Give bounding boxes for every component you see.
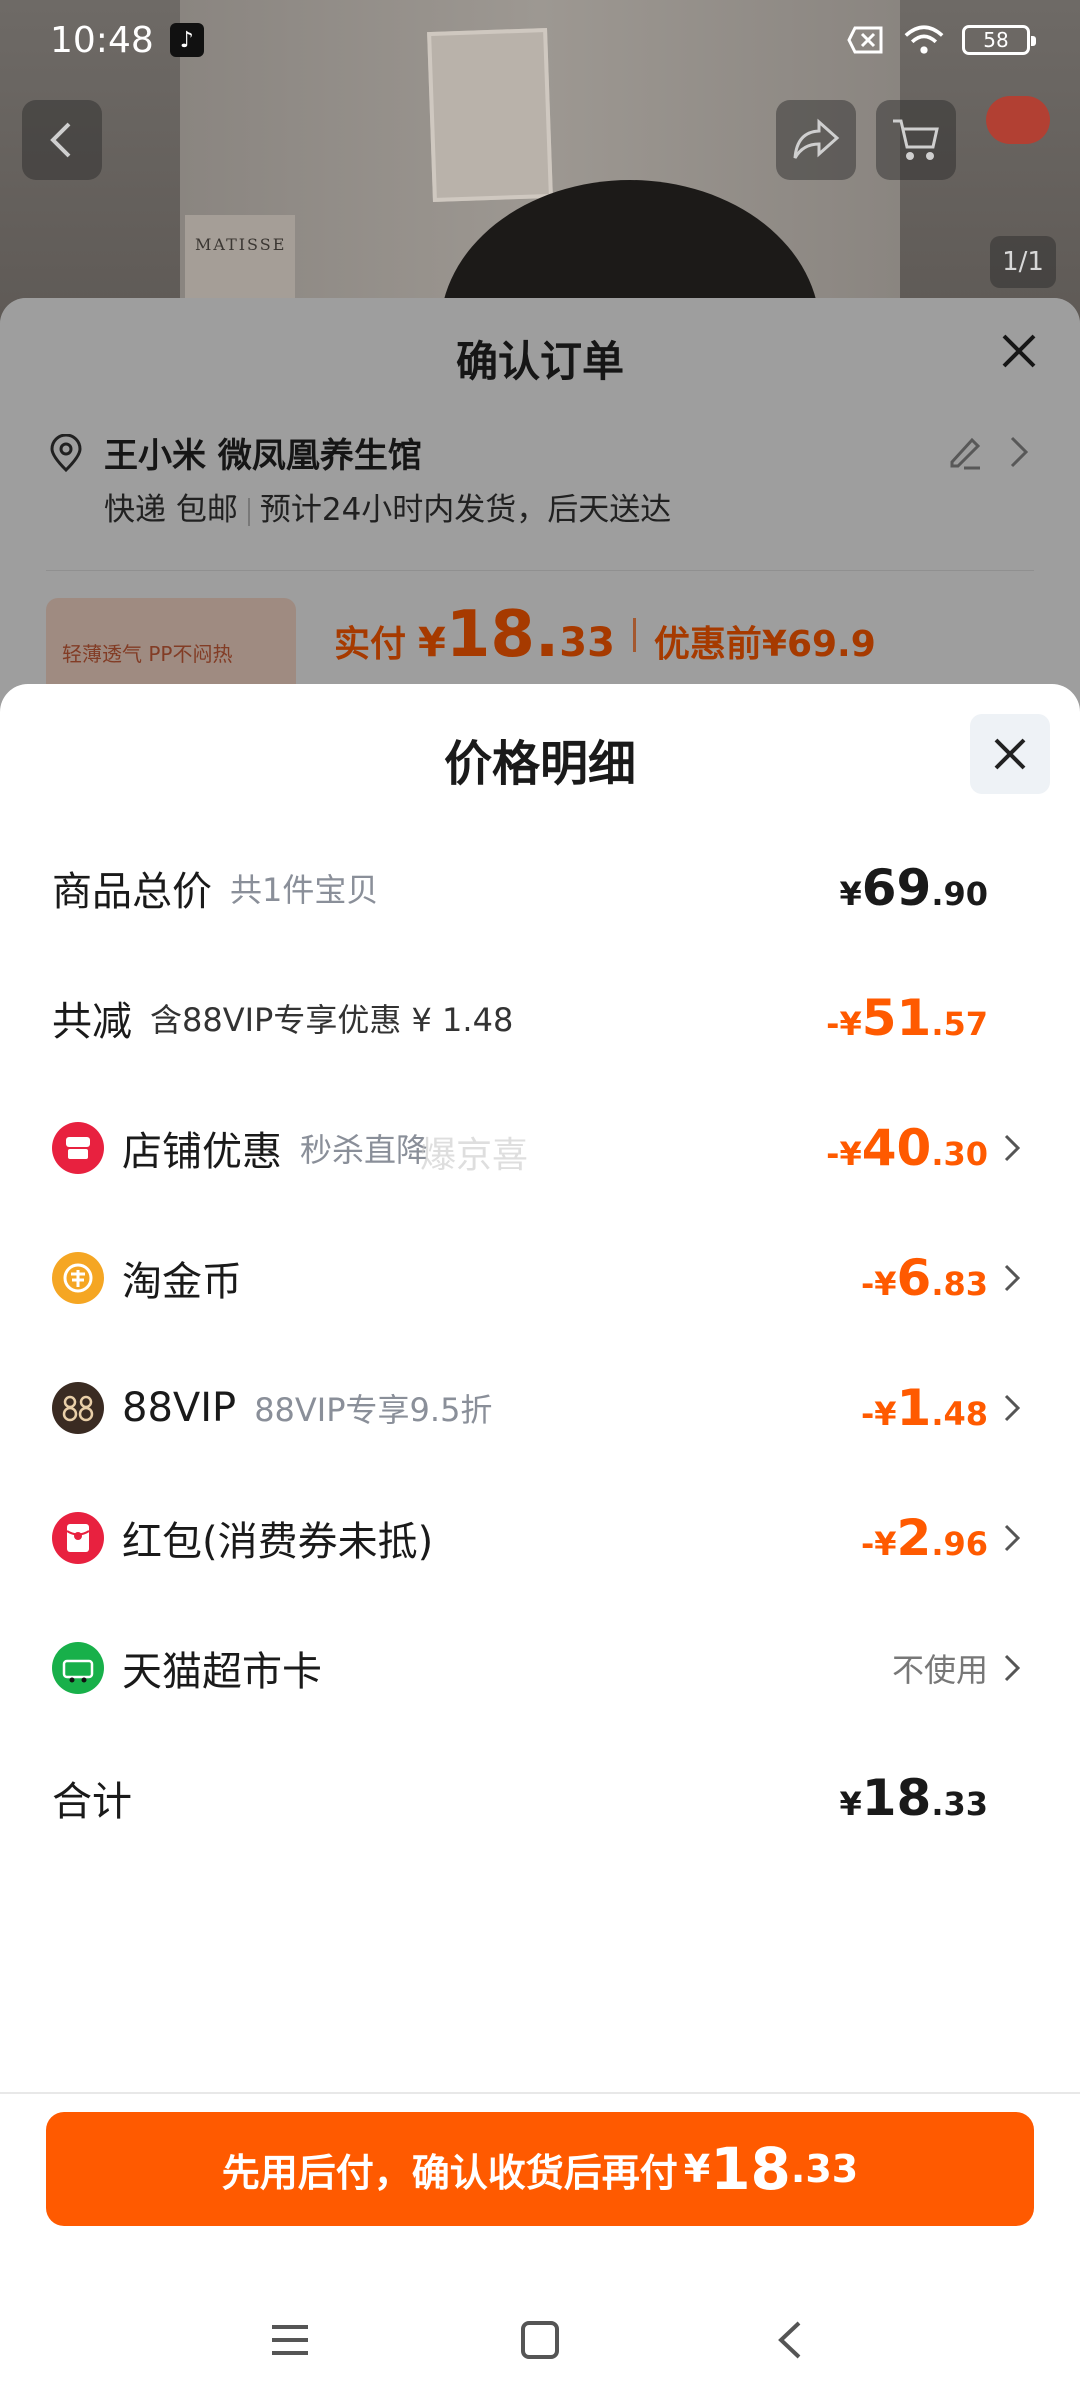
cart-icon: [893, 119, 939, 160]
row-88vip[interactable]: 88VIP 88VIP专享9.5折 - ¥1.48: [52, 1368, 1028, 1448]
bottom-divider: [0, 2092, 1080, 2094]
row-taojinbi[interactable]: 淘金币 - ¥6.83: [52, 1238, 1028, 1318]
row-label: 天猫超市卡: [122, 1649, 322, 1695]
shop-icon: [52, 1122, 104, 1174]
home-nav-button[interactable]: [515, 2315, 565, 2365]
pay-button-yen: ¥: [683, 2147, 711, 2191]
vip-88-icon: [52, 1382, 104, 1434]
back-button[interactable]: [22, 100, 102, 180]
row-amount: ¥18.33: [839, 1769, 988, 1827]
row-goods-total: 商品总价 共1件宝贝 ¥69.90: [52, 848, 1028, 928]
home-square-icon: [521, 2321, 559, 2359]
row-shop-discount[interactable]: 店铺优惠 秒杀直降 - ¥40.30: [52, 1108, 1028, 1188]
back-chevron-icon: [778, 2321, 801, 2359]
status-time: 10:48: [50, 19, 154, 61]
row-note: 共1件宝贝: [230, 871, 379, 909]
tiktok-app-icon: ♪: [169, 23, 204, 57]
row-label: 淘金币: [122, 1259, 242, 1305]
row-red-packet[interactable]: 红包(消费券未抵) - ¥2.96: [52, 1498, 1028, 1578]
system-nav-bar: [0, 2280, 1080, 2400]
row-amount: ¥69.90: [839, 859, 988, 917]
menu-icon: [272, 2325, 308, 2355]
wifi-icon: [904, 25, 944, 55]
image-pager: 1/1: [990, 236, 1056, 288]
row-label: 红包(消费券未抵): [122, 1519, 434, 1565]
row-amount: - ¥1.48: [860, 1379, 988, 1437]
row-label: 商品总价: [52, 869, 212, 915]
row-label: 合计: [52, 1779, 132, 1825]
status-bar: 10:48 ♪ 58: [0, 0, 1080, 80]
row-total-discount: 共减 含88VIP专享优惠 ¥ 1.48 - ¥51.57: [52, 978, 1028, 1058]
row-amount: - ¥6.83: [860, 1249, 988, 1307]
pay-button-text: 先用后付，确认收货后再付: [221, 2150, 678, 2195]
poster-text: MATISSE: [195, 235, 287, 254]
row-label: 88VIP: [122, 1385, 237, 1431]
red-packet-icon: [52, 1512, 104, 1564]
row-note: 88VIP专享9.5折: [254, 1391, 493, 1429]
row-note: 含88VIP专享优惠 ¥ 1.48: [150, 1001, 514, 1039]
coin-icon: [52, 1252, 104, 1304]
row-note: 秒杀直降: [300, 1131, 429, 1169]
row-label: 共减: [52, 999, 132, 1045]
pay-later-button[interactable]: 先用后付，确认收货后再付 ¥ 18 .33: [46, 2112, 1034, 2226]
watermark-text: 爆京喜: [420, 1135, 529, 1176]
menu-nav-button[interactable]: [265, 2315, 315, 2365]
chevron-right-icon: [1002, 1651, 1028, 1685]
pay-button-dec: .33: [790, 2147, 859, 2191]
chevron-right-icon: [1002, 1391, 1028, 1425]
chevron-right-icon: [1002, 1521, 1028, 1555]
cart-button[interactable]: [876, 100, 956, 180]
chevron-left-icon: [50, 122, 71, 158]
row-tmall-market-card[interactable]: 天猫超市卡 不使用: [52, 1628, 1028, 1708]
detail-close-button[interactable]: [970, 714, 1050, 794]
detail-title: 价格明细: [443, 736, 636, 792]
back-nav-button[interactable]: [765, 2315, 815, 2365]
row-status: 不使用: [891, 1651, 988, 1689]
chevron-right-icon: [1002, 1261, 1028, 1295]
chevron-right-icon: [1002, 1131, 1028, 1165]
row-amount: - ¥40.30: [826, 1119, 988, 1177]
row-amount: - ¥51.57: [826, 989, 988, 1047]
row-grand-total: 合计 ¥18.33: [52, 1758, 1028, 1838]
close-icon: [994, 738, 1026, 770]
pay-button-int: 18: [710, 2135, 791, 2203]
share-icon: [793, 118, 840, 159]
no-sim-icon: [846, 25, 886, 55]
share-button[interactable]: [776, 100, 856, 180]
row-amount: - ¥2.96: [860, 1509, 988, 1567]
battery-icon: 58: [962, 25, 1036, 55]
message-badge[interactable]: [986, 96, 1050, 144]
tmall-market-icon: [52, 1642, 104, 1694]
row-label: 店铺优惠: [122, 1129, 282, 1175]
